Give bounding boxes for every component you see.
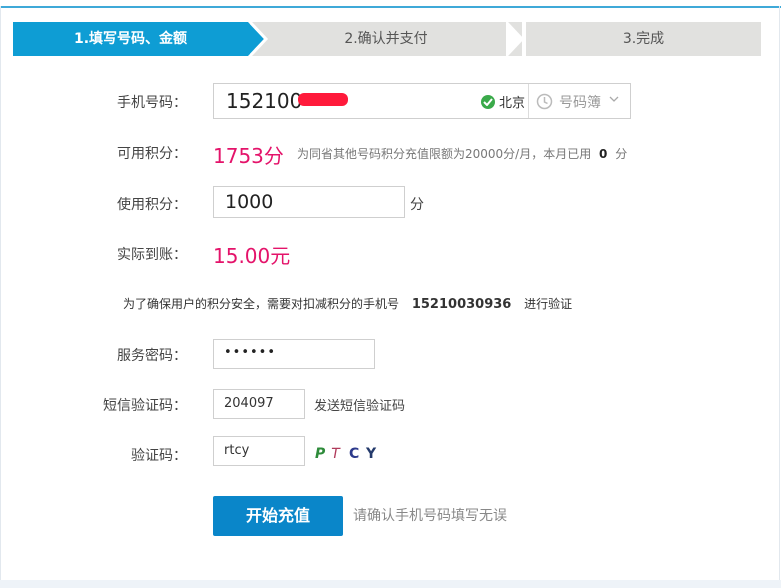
use-points-unit: 分: [410, 197, 424, 213]
top-border: [0, 6, 781, 8]
points-note-prefix: 为同省其他号码积分充值限额为20000分/月，本月已用: [297, 147, 592, 161]
step-progress-bar: 1.填写号码、金额 2.确认并支付 3.完成: [13, 22, 761, 56]
password-input[interactable]: ••••••: [213, 339, 375, 369]
step-2-notch-icon: [250, 22, 269, 56]
use-points-input[interactable]: 1000: [213, 186, 405, 218]
security-notice-prefix: 为了确保用户的积分安全，需要对扣减积分的手机号: [123, 297, 400, 311]
step-1: 1.填写号码、金额: [13, 22, 248, 56]
points-label: 可用积分：: [117, 146, 187, 162]
security-notice-suffix: 进行验证: [524, 297, 573, 311]
step-3: 3.完成: [526, 22, 761, 56]
points-value: 1753分: [213, 144, 284, 168]
confirm-hint: 请确认手机号码填写无误: [353, 508, 507, 524]
send-sms-link[interactable]: 发送短信验证码: [314, 395, 405, 414]
start-recharge-button[interactable]: 开始充值: [213, 496, 343, 536]
check-circle-icon: [481, 95, 495, 109]
step-3-label: 3.完成: [622, 31, 665, 47]
city-label: 北京: [499, 96, 526, 111]
captcha-char: T: [329, 446, 341, 462]
redaction-mark: [298, 93, 348, 106]
security-notice: 为了确保用户的积分安全，需要对扣减积分的手机号 15210030936 进行验证: [123, 295, 572, 312]
sms-code-input[interactable]: 204097: [213, 389, 305, 419]
actual-value: 15.00元: [213, 244, 291, 268]
step-2-label: 2.确认并支付: [344, 31, 428, 47]
bottom-band: [0, 580, 781, 588]
use-points-label: 使用积分：: [117, 197, 187, 213]
password-value[interactable]: ••••••: [224, 345, 276, 360]
use-points-value[interactable]: 1000: [225, 191, 273, 213]
captcha-value[interactable]: rtcy: [224, 443, 249, 458]
security-number: 15210030936: [411, 297, 512, 312]
left-border: [0, 6, 1, 588]
captcha-char: C: [349, 446, 360, 462]
field-divider: [528, 84, 529, 118]
chevron-down-icon[interactable]: [608, 91, 620, 107]
captcha-char: P: [315, 446, 326, 462]
step-1-label: 1.填写号码、金额: [73, 31, 188, 47]
clock-icon[interactable]: [536, 93, 553, 110]
captcha-input[interactable]: rtcy: [213, 436, 305, 466]
points-note: 为同省其他号码积分充值限额为20000分/月，本月已用 0 分: [297, 145, 627, 162]
phone-field[interactable]: 152100 北京 号码簿: [213, 83, 631, 119]
phonebook-dropdown[interactable]: 号码簿: [559, 92, 601, 112]
sms-code-value[interactable]: 204097: [224, 396, 274, 411]
points-used: 0: [599, 147, 608, 161]
actual-label: 实际到账：: [117, 247, 187, 263]
phone-label: 手机号码：: [117, 95, 187, 111]
step-2-arrow-icon: [506, 22, 525, 56]
points-note-suffix: 分: [615, 147, 628, 161]
captcha-char: Y: [366, 446, 377, 462]
right-border: [779, 6, 780, 588]
sms-label: 短信验证码：: [103, 398, 187, 414]
phone-input-value[interactable]: 152100: [226, 89, 302, 113]
password-label: 服务密码：: [117, 348, 187, 364]
captcha-label: 验证码：: [131, 448, 187, 464]
step-2: 2.确认并支付: [266, 22, 506, 56]
